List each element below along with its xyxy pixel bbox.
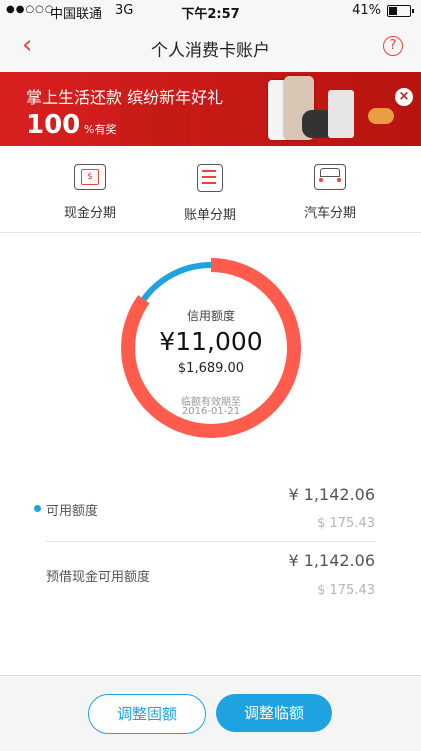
temp-limit-expiry-date: 2016-01-21 (181, 406, 241, 417)
shortcut-car-installment[interactable]: 汽车分期 (270, 164, 390, 221)
credit-limit-label: 信用额度 (186, 309, 235, 323)
available-credit-label: 可用额度 (46, 504, 99, 519)
device-box-image (328, 90, 354, 138)
question-circle-icon[interactable]: ? (383, 36, 403, 56)
status-bar: ●●○○○ 中国联通 3G 下午2:57 41% (0, 0, 421, 22)
battery-icon (387, 5, 414, 17)
available-credit-usd: $ 175.43 (317, 516, 375, 531)
nav-bar: ‹ 个人消费卡账户 ? (0, 22, 421, 72)
shortcut-label: 汽车分期 (303, 206, 356, 221)
shortcut-bar: $ 现金分期 账单分期 汽车分期 (0, 146, 421, 233)
shortcut-label: 账单分期 (183, 208, 236, 223)
banner-percent: 100 (26, 110, 81, 140)
shortcut-label: 现金分期 (63, 206, 116, 221)
footer-bar: 调整固额 调整临额 (0, 675, 421, 751)
close-icon[interactable]: × (395, 88, 413, 106)
divider (46, 541, 376, 542)
adjust-temp-limit-button[interactable]: 调整临额 (216, 694, 332, 732)
banner-percent-unit: %有奖 (84, 123, 117, 136)
available-dot (34, 505, 41, 512)
shortcut-bill-installment[interactable]: 账单分期 (150, 164, 270, 223)
available-credit-cny: ¥ 1,142.06 (288, 485, 375, 504)
adjust-fixed-limit-button[interactable]: 调整固额 (88, 694, 206, 734)
shortcut-cash-installment[interactable]: $ 现金分期 (30, 164, 150, 221)
credit-limit-usd: $1,689.00 (177, 361, 245, 376)
ornament-image (368, 108, 394, 124)
banner-decoration (120, 102, 190, 146)
credit-limit-amount: ¥11,000 (159, 327, 263, 356)
cash-advance-label: 预借现金可用额度 (46, 570, 151, 585)
cash-advance-cny: ¥ 1,142.06 (288, 551, 375, 570)
banner-headline: 掌上生活还款 缤纷新年好礼 (26, 88, 224, 107)
battery-percent: 41% (352, 3, 381, 18)
car-icon (314, 164, 346, 190)
promo-banner[interactable]: 掌上生活还款 缤纷新年好礼 100 %有奖 × (0, 72, 421, 146)
page-title: 个人消费卡账户 (151, 41, 270, 61)
bill-icon (197, 164, 223, 192)
cash-advance-usd: $ 175.43 (317, 583, 375, 598)
cash-icon: $ (74, 164, 106, 190)
